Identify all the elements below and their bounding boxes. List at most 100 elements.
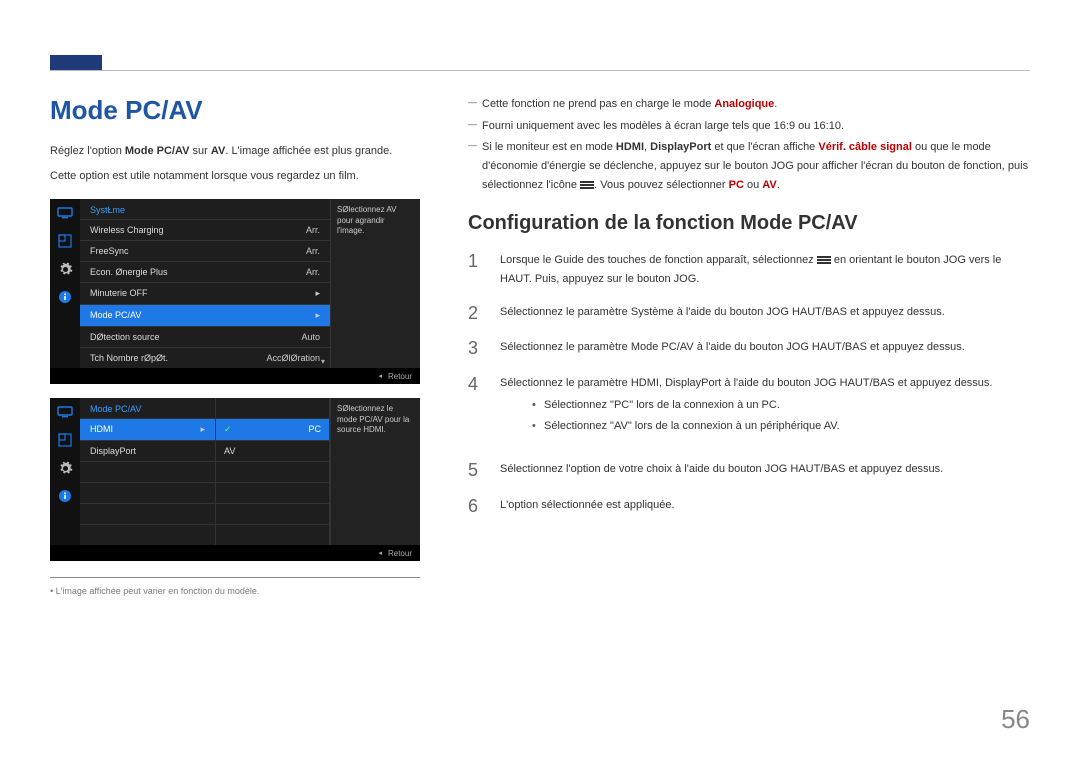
text: Si le moniteur est en mode [482,141,616,153]
osd-screenshot-2: Mode PC/AV HDMI▸DisplayPort ✓PCAV SØlect… [50,398,420,561]
gear-icon [57,460,73,476]
nav-down-icon: ▾ [321,357,325,366]
osd-screenshot-1: SystŁme Wireless ChargingArr.FreeSyncArr… [50,199,420,384]
osd-empty-row [216,524,329,545]
page-number: 56 [1001,704,1030,735]
sub-bullet-list: Sélectionnez "PC" lors de la connexion à… [532,395,1030,437]
osd-row-value: Arr. [306,267,320,277]
menu-icon [580,181,594,189]
text: . L'image affichée est plus grande. [225,145,392,157]
osd-row-label: DisplayPort [90,446,136,456]
step-item: Sélectionnez le paramètre Système à l'ai… [468,303,1030,325]
gear-icon [57,261,73,277]
osd-submenu: ✓ PC AV [215,398,330,545]
text: Lorsque le Guide des touches de fonction… [500,254,817,266]
text: à l'aide du bouton JOG HAUT/BAS et appuy… [674,306,945,318]
osd-menu-row: Econ. Ønergie Plus Arr. [80,261,330,282]
text: AV [614,420,628,432]
picture-icon [57,233,73,249]
text: à l'aide du bouton JOG HAUT/BAS et appuy… [694,341,965,353]
osd-help-text: SØlectionnez AV pour agrandir l'image. [330,199,420,368]
text: DisplayPort [665,377,721,389]
text: Sélectionnez " [544,420,614,432]
picture-icon [57,432,73,448]
info-icon [57,488,73,504]
step-body: L'option sélectionnée est appliquée. [500,496,1030,518]
text: L'option sélectionnée est appliquée. [500,499,675,511]
step-body: Sélectionnez le paramètre HDMI, DisplayP… [500,374,1030,446]
note-item: Si le moniteur est en mode HDMI, Display… [468,138,1030,194]
text: Analogique [714,98,774,110]
osd-menu-row: Tch Nombre rØpØt.AccØlØration [80,347,330,368]
right-column: Cette fonction ne prend pas en charge le… [468,95,1030,596]
step-body: Lorsque le Guide des touches de fonction… [500,251,1030,288]
sub-bullet: Sélectionnez "AV" lors de la connexion à… [532,416,1030,437]
osd-row-label: Econ. Ønergie Plus [90,267,168,277]
text: Sélectionnez le paramètre [500,341,631,353]
osd-menu-row: DØtection source Auto [80,326,330,347]
intro-line-2: Cette option est utile notamment lorsque… [50,167,430,186]
osd-empty-row [80,482,215,503]
osd-footer: ◂ Retour [50,545,420,561]
text: ou [744,179,762,191]
osd-sidebar [50,398,80,545]
step-body: Sélectionnez le paramètre Système à l'ai… [500,303,1030,325]
step-item: Sélectionnez le paramètre HDMI, DisplayP… [468,374,1030,446]
check-icon: ✓ [224,424,232,435]
text: Sélectionnez " [544,399,614,411]
text: Système [631,306,674,318]
osd-row-label: FreeSync [90,246,129,256]
osd-submenu-row: ✓ PC [216,418,329,440]
step-item: Sélectionnez le paramètre Mode PC/AV à l… [468,338,1030,360]
osd-row-label: PC [308,424,321,435]
text: Fourni uniquement avec les modèles à écr… [482,120,844,132]
text: . [777,179,780,191]
intro-line-1: Réglez l'option Mode PC/AV sur AV. L'ima… [50,142,430,161]
osd-menu-row: FreeSync Arr. [80,240,330,261]
osd-row-label: DØtection source [90,332,160,342]
osd-row-label: Minuterie OFF [90,288,148,299]
osd-empty-row [80,503,215,524]
osd-row-value: ▸ [315,288,320,299]
sub-bullet: Sélectionnez "PC" lors de la connexion à… [532,395,1030,416]
text: Sélectionnez l'option de votre choix à l… [500,463,943,475]
osd-row-value: AccØlØration [266,353,320,363]
osd-submenu-row: AV [216,440,329,461]
osd-row-value: Arr. [306,225,320,235]
text: HDMI [616,141,644,153]
text: PC [614,399,629,411]
text: sur [189,145,210,157]
osd-row-value: Arr. [306,246,320,256]
osd-footer: ◂ Retour [50,368,420,384]
monitor-icon [57,404,73,420]
nav-left-icon: ◂ [378,372,382,380]
osd-row-value: Auto [301,332,320,342]
osd-empty-row [216,461,329,482]
osd-help-text: SØlectionnez le mode PC/AV pour la sourc… [330,398,420,545]
text: Cette fonction ne prend pas en charge le… [482,98,714,110]
left-column: Mode PC/AV Réglez l'option Mode PC/AV su… [50,95,430,596]
note-item: Cette fonction ne prend pas en charge le… [468,95,1030,114]
osd-return-label: Retour [388,549,412,558]
steps-list: Lorsque le Guide des touches de fonction… [468,251,1030,517]
osd-menu: Mode PC/AV HDMI▸DisplayPort ✓PCAV [80,398,330,545]
osd-menu: SystŁme Wireless ChargingArr.FreeSyncArr… [80,199,330,368]
step-item: L'option sélectionnée est appliquée. [468,496,1030,518]
text: DisplayPort [650,141,711,153]
text: et que l'écran affiche [711,141,818,153]
osd-return-label: Retour [388,372,412,381]
text-bold: AV [211,145,225,157]
step-item: Sélectionnez l'option de votre choix à l… [468,460,1030,482]
osd-menu-row: Wireless ChargingArr. [80,219,330,240]
spacer [216,398,329,418]
osd-menu-row: DisplayPort [80,440,215,461]
text: AV [762,179,776,191]
text: PC [729,179,744,191]
nav-left-icon: ◂ [378,549,382,557]
osd-row-value: ▸ [315,310,320,321]
text: à l'aide du bouton JOG HAUT/BAS et appuy… [721,377,992,389]
text: Mode PC/AV [631,341,694,353]
text-bold: Mode PC/AV [125,145,190,157]
top-rule [50,70,1030,71]
osd-empty-row [216,482,329,503]
